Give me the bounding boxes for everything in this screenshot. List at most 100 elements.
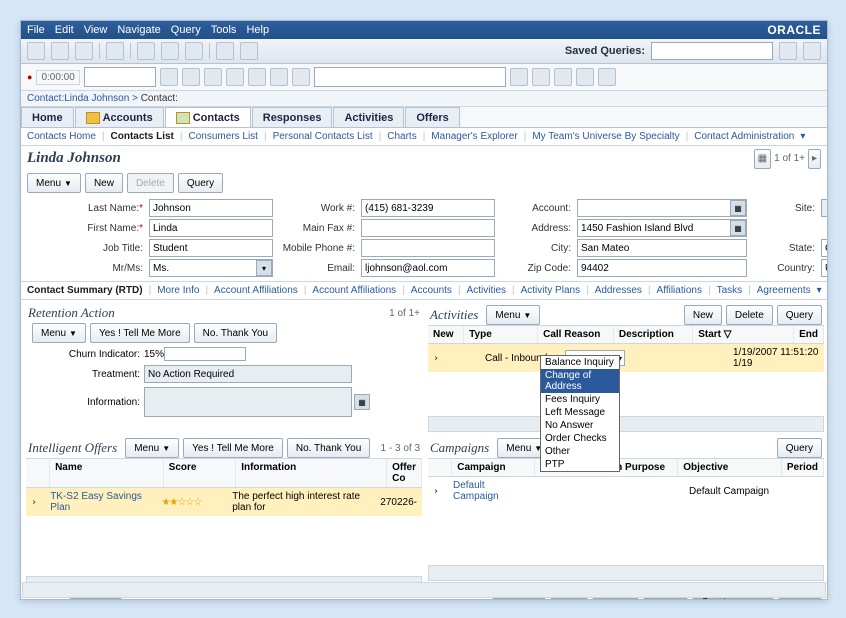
detail-nav-more-info[interactable]: More Info — [157, 285, 199, 296]
retention-nothankyou-button[interactable]: No. Thank You — [194, 323, 277, 343]
menu-view[interactable]: View — [84, 24, 108, 36]
input-main-fax[interactable] — [361, 219, 495, 237]
address-picker-icon[interactable]: ▦ — [730, 220, 746, 236]
nav-select-2[interactable] — [314, 67, 506, 87]
menu-edit[interactable]: Edit — [55, 24, 74, 36]
chart-icon[interactable] — [106, 42, 124, 60]
nav-icon-6[interactable] — [292, 68, 310, 86]
refresh-icon[interactable] — [803, 42, 821, 60]
campaign-row[interactable]: › Default Campaign Default Campaign — [428, 477, 824, 505]
save-icon[interactable] — [27, 42, 45, 60]
responses-new-button[interactable]: New — [550, 598, 588, 600]
dd-order-checks[interactable]: Order Checks — [541, 432, 619, 445]
detail-nav-contact-summary[interactable]: Contact Summary (RTD) — [27, 285, 143, 296]
new-button[interactable]: New — [85, 173, 123, 193]
chevron-down-icon[interactable]: ▾ — [817, 285, 822, 296]
expand-icon[interactable]: › — [26, 494, 45, 511]
activity-row[interactable]: › Call - Inbound ▾ 1/19/2007 11:51:20 1/… — [428, 344, 824, 372]
goto-icon[interactable] — [160, 68, 178, 86]
grid-icon[interactable] — [216, 42, 234, 60]
dd-change-of-address[interactable]: Change of Address — [541, 369, 619, 393]
open-icon[interactable] — [51, 42, 69, 60]
activities-new-button[interactable]: New — [684, 305, 722, 325]
input-state[interactable]: CA — [821, 239, 828, 257]
input-work-phone[interactable]: (415) 681-3239 — [361, 199, 495, 217]
exit-icon-1[interactable] — [576, 68, 594, 86]
campaigns-query-button[interactable]: Query — [777, 438, 822, 458]
copy-icon[interactable] — [161, 42, 179, 60]
detail-nav-account-affiliations2[interactable]: Account Affiliations — [312, 285, 396, 296]
dd-other[interactable]: Other — [541, 445, 619, 458]
paste-icon[interactable] — [185, 42, 203, 60]
input-mobile-phone[interactable] — [361, 239, 495, 257]
call-reason-options[interactable]: Balance Inquiry Change of Address Fees I… — [540, 355, 620, 472]
expand-icon[interactable]: › — [428, 483, 448, 500]
subnav-contacts-home[interactable]: Contacts Home — [27, 131, 96, 142]
subnav-consumers-list[interactable]: Consumers List — [188, 131, 257, 142]
subnav-contact-administration[interactable]: Contact Administration — [694, 131, 794, 142]
nav-icon-2[interactable] — [204, 68, 222, 86]
subnav-my-team-universe[interactable]: My Team's Universe By Specialty — [532, 131, 679, 142]
responses-query-button[interactable]: Query — [643, 598, 688, 600]
input-city[interactable]: San Mateo — [577, 239, 747, 257]
offer-name[interactable]: TK-S2 Easy Savings Plan — [45, 488, 156, 516]
pager-next-icon[interactable]: ▸ — [808, 149, 821, 169]
input-mr-ms[interactable]: Ms. — [149, 259, 273, 277]
globe-icon[interactable] — [75, 42, 93, 60]
spreadsheet-icon[interactable] — [240, 42, 258, 60]
retention-tellmemore-button[interactable]: Yes ! Tell Me More — [90, 323, 190, 343]
menu-query[interactable]: Query — [171, 24, 201, 36]
responses-script-button[interactable]: Script — [778, 598, 822, 600]
saved-queries-dropdown[interactable] — [651, 42, 773, 60]
query-button[interactable]: Query — [178, 173, 223, 193]
responses-delete-button[interactable]: Delete — [592, 598, 639, 600]
info-picker-icon[interactable]: ▦ — [354, 394, 370, 410]
tab-home[interactable]: Home — [21, 107, 74, 127]
detail-nav-agreements[interactable]: Agreements — [757, 285, 811, 296]
nav-icon-1[interactable] — [182, 68, 200, 86]
subnav-personal-contacts-list[interactable]: Personal Contacts List — [273, 131, 373, 142]
offers-tellmemore-button[interactable]: Yes ! Tell Me More — [183, 438, 283, 458]
offers-nothankyou-button[interactable]: No. Thank You — [287, 438, 370, 458]
dd-balance-inquiry[interactable]: Balance Inquiry — [541, 356, 619, 369]
dd-ptp[interactable]: PTP — [541, 458, 619, 471]
retention-menu-button[interactable]: Menu▼ — [32, 323, 86, 343]
anchor-icon[interactable] — [554, 68, 572, 86]
detail-nav-activity-plans[interactable]: Activity Plans — [521, 285, 580, 296]
create-opportunity-button[interactable]: Create Opportunity — [692, 598, 774, 600]
nav-icon-4[interactable] — [248, 68, 266, 86]
search-icon[interactable] — [779, 42, 797, 60]
input-last-name[interactable]: Johnson — [149, 199, 273, 217]
menu-tools[interactable]: Tools — [211, 24, 237, 36]
nav-icon-5[interactable] — [270, 68, 288, 86]
activities-hscroll[interactable] — [428, 416, 824, 432]
input-zip[interactable]: 94402 — [577, 259, 747, 277]
input-country[interactable]: USA — [821, 259, 828, 277]
tab-responses[interactable]: Responses — [252, 107, 333, 127]
expand-icon[interactable]: › — [428, 350, 448, 367]
dd-left-message[interactable]: Left Message — [541, 406, 619, 419]
tab-offers[interactable]: Offers — [405, 107, 459, 127]
menu-help[interactable]: Help — [246, 24, 269, 36]
tab-accounts[interactable]: Accounts — [75, 107, 164, 127]
binoculars-icon[interactable] — [137, 42, 155, 60]
activities-menu-button[interactable]: Menu▼ — [486, 305, 540, 325]
subnav-charts[interactable]: Charts — [387, 131, 416, 142]
forward-icon[interactable] — [532, 68, 550, 86]
input-account[interactable] — [577, 199, 747, 217]
pager-grid-icon[interactable]: ▦ — [754, 149, 771, 169]
contact-menu-button[interactable]: Menu▼ — [27, 173, 81, 193]
mrms-dropdown-icon[interactable]: ▾ — [256, 260, 272, 276]
activities-delete-button[interactable]: Delete — [726, 305, 773, 325]
detail-nav-accounts[interactable]: Accounts — [411, 285, 452, 296]
menu-navigate[interactable]: Navigate — [117, 24, 160, 36]
subnav-managers-explorer[interactable]: Manager's Explorer — [431, 131, 517, 142]
responses-menu-button[interactable]: Menu▼ — [492, 598, 546, 600]
offer-row[interactable]: › TK-S2 Easy Savings Plan ★★☆☆☆ The perf… — [26, 488, 422, 516]
input-job-title[interactable]: Student — [149, 239, 273, 257]
assets-menu-button[interactable]: Menu▼ — [69, 598, 123, 600]
nav-go-icon[interactable] — [510, 68, 528, 86]
detail-nav-account-affiliations[interactable]: Account Affiliations — [214, 285, 298, 296]
input-first-name[interactable]: Linda — [149, 219, 273, 237]
tab-contacts[interactable]: Contacts — [165, 107, 251, 127]
